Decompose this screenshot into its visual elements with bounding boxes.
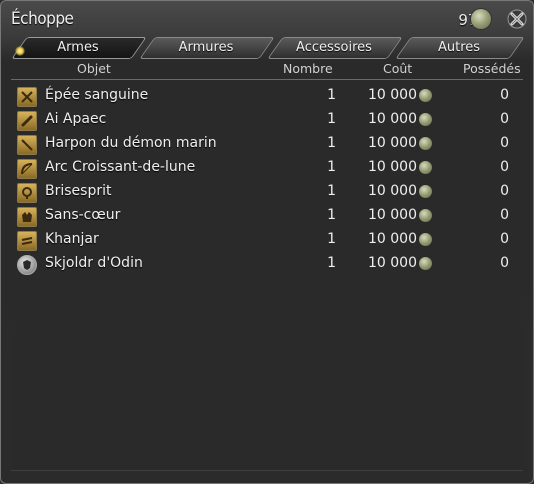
list-item[interactable]: Harpon du démon marin 1 10 000 0 — [11, 132, 523, 156]
item-owned: 0 — [500, 231, 509, 247]
item-cost: 10 000 — [368, 207, 417, 223]
item-cost: 10 000 — [368, 231, 417, 247]
list-item[interactable]: Ai Apaec 1 10 000 0 — [11, 108, 523, 132]
list-item[interactable]: Épée sanguine 1 10 000 0 — [11, 84, 523, 108]
item-owned: 0 — [500, 87, 509, 103]
tab-armes[interactable] — [11, 37, 147, 59]
item-owned: 0 — [500, 207, 509, 223]
bow-icon — [17, 159, 37, 179]
item-quantity: 1 — [327, 207, 336, 223]
knuckles-icon — [17, 111, 37, 131]
item-quantity: 1 — [327, 87, 336, 103]
item-cost: 10 000 — [368, 87, 417, 103]
shop-window: Échoppe 970 Armes Armures Accessoires Au… — [0, 0, 534, 484]
item-quantity: 1 — [327, 111, 336, 127]
item-cost: 10 000 — [368, 135, 417, 151]
window-title: Échoppe — [11, 9, 74, 29]
staff-icon — [17, 183, 37, 203]
item-quantity: 1 — [327, 183, 336, 199]
daggers-icon — [17, 231, 37, 251]
list-item[interactable]: Sans-cœur 1 10 000 0 — [11, 204, 523, 228]
close-icon — [507, 9, 527, 29]
item-owned: 0 — [500, 111, 509, 127]
item-name: Skjoldr d'Odin — [45, 255, 143, 271]
item-quantity: 1 — [327, 159, 336, 175]
category-tabs: Armes Armures Accessoires Autres — [11, 37, 525, 59]
item-name: Khanjar — [45, 231, 99, 247]
coin-icon — [419, 161, 432, 174]
close-button[interactable] — [506, 8, 528, 30]
currency-coin-icon — [471, 9, 491, 29]
item-name: Sans-cœur — [45, 207, 121, 223]
coin-icon — [419, 89, 432, 102]
title-bar: Échoppe 970 — [1, 1, 533, 37]
item-quantity: 1 — [327, 135, 336, 151]
coin-icon — [419, 233, 432, 246]
item-owned: 0 — [500, 159, 509, 175]
shield-icon — [17, 255, 37, 275]
column-header-item[interactable]: Objet — [77, 61, 111, 76]
tab-autres[interactable] — [395, 37, 525, 59]
item-owned: 0 — [500, 135, 509, 151]
column-header-cost[interactable]: Coût — [383, 61, 412, 76]
list-item[interactable]: Skjoldr d'Odin 1 10 000 0 — [11, 252, 523, 276]
grimoire-icon — [17, 207, 37, 227]
item-cost: 10 000 — [368, 159, 417, 175]
item-name: Brisesprit — [45, 183, 112, 199]
coin-icon — [419, 113, 432, 126]
tab-armures[interactable] — [139, 37, 275, 59]
column-header-quantity[interactable]: Nombre — [283, 61, 333, 76]
item-list: Épée sanguine 1 10 000 0 Ai Apaec 1 10 0… — [11, 80, 523, 471]
tab-accessoires[interactable] — [267, 37, 403, 59]
coin-icon — [419, 137, 432, 150]
coin-icon — [419, 209, 432, 222]
column-headers: Objet Nombre Coût Possédés — [1, 60, 533, 78]
item-name: Arc Croissant-de-lune — [45, 159, 196, 175]
coin-icon — [419, 185, 432, 198]
item-name: Épée sanguine — [45, 87, 149, 103]
list-item[interactable]: Brisesprit 1 10 000 0 — [11, 180, 523, 204]
item-name: Harpon du démon marin — [45, 135, 217, 151]
item-cost: 10 000 — [368, 111, 417, 127]
item-owned: 0 — [500, 255, 509, 271]
item-cost: 10 000 — [368, 255, 417, 271]
item-name: Ai Apaec — [45, 111, 107, 127]
column-header-owned[interactable]: Possédés — [463, 61, 521, 76]
item-cost: 10 000 — [368, 183, 417, 199]
lance-icon — [17, 135, 37, 155]
item-owned: 0 — [500, 183, 509, 199]
list-item[interactable]: Arc Croissant-de-lune 1 10 000 0 — [11, 156, 523, 180]
item-quantity: 1 — [327, 231, 336, 247]
list-item[interactable]: Khanjar 1 10 000 0 — [11, 228, 523, 252]
item-quantity: 1 — [327, 255, 336, 271]
coin-icon — [419, 257, 432, 270]
sword-icon — [17, 87, 37, 107]
